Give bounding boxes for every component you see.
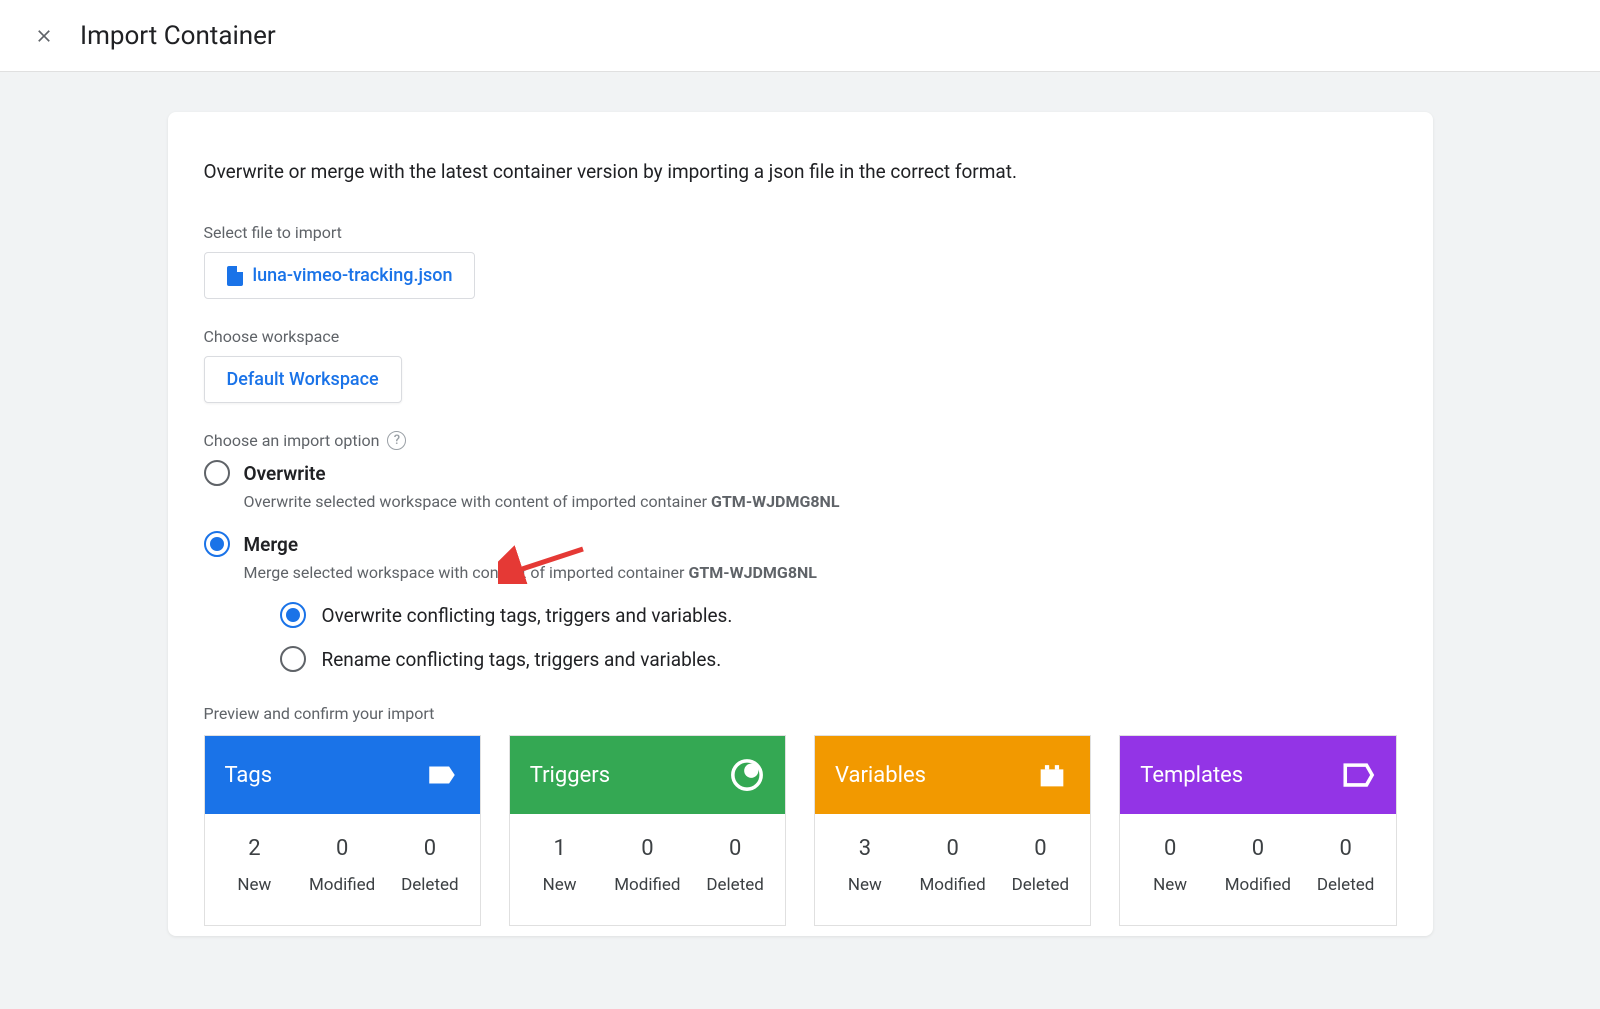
import-card: Overwrite or merge with the latest conta… [168, 112, 1433, 936]
merge-desc-text: Merge selected workspace with content of… [244, 563, 689, 582]
radio-overwrite-label: Overwrite [244, 462, 326, 485]
dialog-title: Import Container [80, 21, 276, 51]
merge-desc: Merge selected workspace with content of… [244, 563, 1397, 582]
lbl-deleted: Deleted [1302, 875, 1390, 895]
card-templates[interactable]: Templates 0New 0Modified 0Deleted [1119, 735, 1396, 926]
radio-icon [204, 531, 230, 557]
card-title: Tags [225, 763, 273, 788]
workspace-label: Choose workspace [204, 327, 1397, 346]
lbl-deleted: Deleted [997, 875, 1085, 895]
triggers-modified: 0 [604, 836, 692, 861]
radio-merge-overwrite-conflicts[interactable]: Overwrite conflicting tags, triggers and… [280, 602, 1397, 628]
radio-icon [280, 602, 306, 628]
card-head: Variables [815, 736, 1090, 814]
lbl-deleted: Deleted [386, 875, 474, 895]
lbl-new: New [211, 875, 299, 895]
trigger-icon [729, 757, 765, 793]
radio-icon [204, 460, 230, 486]
workspace-section: Choose workspace Default Workspace [204, 327, 1397, 403]
overwrite-desc: Overwrite selected workspace with conten… [244, 492, 1397, 511]
lbl-new: New [516, 875, 604, 895]
file-chip[interactable]: luna-vimeo-tracking.json [204, 252, 476, 299]
file-label: Select file to import [204, 223, 1397, 242]
lbl-modified: Modified [298, 875, 386, 895]
triggers-new: 1 [516, 836, 604, 861]
workspace-chip[interactable]: Default Workspace [204, 356, 402, 403]
lbl-new: New [821, 875, 909, 895]
file-name: luna-vimeo-tracking.json [253, 265, 453, 286]
card-title: Variables [835, 763, 926, 788]
import-option-label-text: Choose an import option [204, 431, 380, 450]
templates-deleted: 0 [1302, 836, 1390, 861]
file-section: Select file to import luna-vimeo-trackin… [204, 223, 1397, 299]
templates-new: 0 [1126, 836, 1214, 861]
card-title: Templates [1140, 763, 1243, 788]
card-variables[interactable]: Variables 3New 0Modified 0Deleted [814, 735, 1091, 926]
card-body: 2New 0Modified 0Deleted [205, 814, 480, 925]
card-head: Templates [1120, 736, 1395, 814]
lbl-new: New [1126, 875, 1214, 895]
close-icon[interactable] [32, 24, 56, 48]
card-tags[interactable]: Tags 2New 0Modified 0Deleted [204, 735, 481, 926]
card-head: Triggers [510, 736, 785, 814]
sub-rename-label: Rename conflicting tags, triggers and va… [322, 648, 722, 671]
import-option-section: Choose an import option ? Overwrite Over… [204, 431, 1397, 672]
radio-merge[interactable]: Merge [204, 531, 1397, 557]
intro-text: Overwrite or merge with the latest conta… [204, 160, 1397, 183]
tags-modified: 0 [298, 836, 386, 861]
card-head: Tags [205, 736, 480, 814]
triggers-deleted: 0 [691, 836, 779, 861]
tags-new: 2 [211, 836, 299, 861]
variables-new: 3 [821, 836, 909, 861]
variables-modified: 0 [909, 836, 997, 861]
card-title: Triggers [530, 763, 610, 788]
workspace-name: Default Workspace [227, 369, 379, 390]
merge-container-id: GTM-WJDMG8NL [688, 563, 817, 582]
card-body: 0New 0Modified 0Deleted [1120, 814, 1395, 925]
preview-label: Preview and confirm your import [204, 704, 1397, 723]
card-body: 3New 0Modified 0Deleted [815, 814, 1090, 925]
help-icon[interactable]: ? [387, 431, 406, 450]
lbl-modified: Modified [604, 875, 692, 895]
overwrite-desc-text: Overwrite selected workspace with conten… [244, 492, 711, 511]
lbl-modified: Modified [1214, 875, 1302, 895]
variable-icon [1034, 757, 1070, 793]
preview-cards: Tags 2New 0Modified 0Deleted Triggers 1N… [204, 735, 1397, 926]
merge-suboptions: Overwrite conflicting tags, triggers and… [280, 602, 1397, 672]
tags-deleted: 0 [386, 836, 474, 861]
radio-overwrite[interactable]: Overwrite [204, 460, 1397, 486]
card-body: 1 New 0 Modified 0 Deleted [510, 814, 785, 925]
variables-deleted: 0 [997, 836, 1085, 861]
lbl-deleted: Deleted [691, 875, 779, 895]
file-icon [227, 266, 243, 286]
lbl-modified: Modified [909, 875, 997, 895]
dialog-header: Import Container [0, 0, 1600, 72]
radio-merge-label: Merge [244, 533, 299, 556]
overwrite-container-id: GTM-WJDMG8NL [711, 492, 840, 511]
radio-merge-rename-conflicts[interactable]: Rename conflicting tags, triggers and va… [280, 646, 1397, 672]
radio-icon [280, 646, 306, 672]
card-triggers[interactable]: Triggers 1 New 0 Modified 0 Deleted [509, 735, 786, 926]
sub-overwrite-label: Overwrite conflicting tags, triggers and… [322, 604, 733, 627]
template-icon [1340, 757, 1376, 793]
import-option-label: Choose an import option ? [204, 431, 1397, 450]
tag-icon [424, 757, 460, 793]
templates-modified: 0 [1214, 836, 1302, 861]
